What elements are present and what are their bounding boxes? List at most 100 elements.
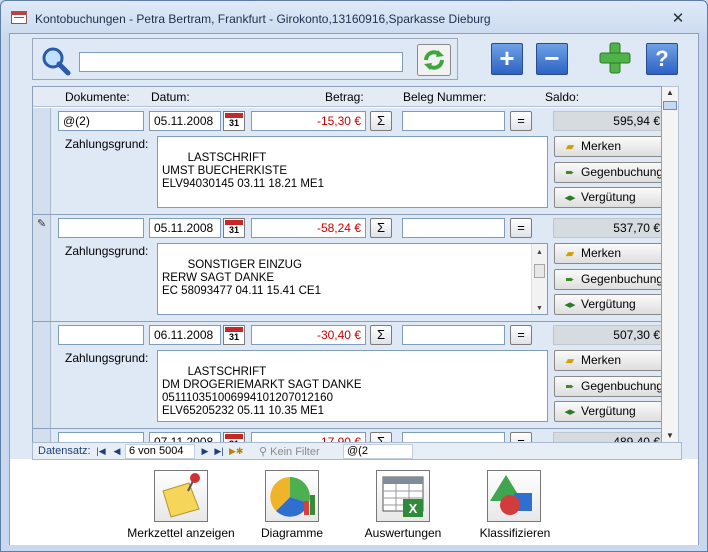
header-beleg-nummer: Beleg Nummer:: [403, 90, 487, 104]
datum-field[interactable]: 06.11.2008: [149, 325, 221, 345]
record-position-field[interactable]: 6 von 5004: [125, 444, 195, 459]
arrow-right-icon: ➨: [565, 167, 575, 179]
note-pin-icon: ▰: [565, 248, 575, 260]
beleg-nummer-field[interactable]: [402, 325, 505, 345]
search-input[interactable]: [79, 52, 403, 72]
filter-icon: ⚲: [259, 446, 271, 458]
close-button[interactable]: ✕: [669, 10, 687, 28]
gegenbuchung-button[interactable]: ➨ Gegenbuchung: [554, 269, 661, 290]
zahlungsgrund-text[interactable]: LASTSCHRIFT UMST BUECHERKISTE ELV9403014…: [157, 136, 548, 208]
equals-button[interactable]: =: [510, 218, 532, 238]
zahlungsgrund-label: Zahlungsgrund:: [65, 137, 149, 151]
sticky-note-pin-icon: [162, 473, 200, 518]
shapes-icon: [490, 475, 532, 515]
form-icon: [11, 11, 27, 24]
filter-status[interactable]: ⚲ Kein Filter: [259, 445, 320, 458]
sum-button[interactable]: Σ: [370, 325, 392, 345]
record-label: Datensatz:: [38, 445, 91, 457]
saldo-value: 595,94 €: [553, 111, 661, 131]
last-record-icon[interactable]: ▶|: [213, 444, 225, 459]
sum-button[interactable]: Σ: [370, 218, 392, 238]
verguetung-button[interactable]: ◂▸ Vergütung: [554, 294, 661, 315]
arrow-right-icon: ➨: [565, 274, 575, 286]
betrag-field[interactable]: -15,30 €: [251, 111, 366, 131]
calendar-icon[interactable]: 31: [223, 111, 245, 131]
header-dokumente: Dokumente:: [65, 90, 130, 104]
equals-button[interactable]: =: [510, 325, 532, 345]
gegenbuchung-button[interactable]: ➨ Gegenbuchung: [554, 376, 661, 397]
form-body: + − ? Dokumente: Datum: Betrag: Beleg Nu…: [9, 33, 699, 545]
records-list: Dokumente: Datum: Betrag: Beleg Nummer: …: [32, 86, 662, 444]
calendar-icon[interactable]: 31: [223, 325, 245, 345]
beleg-nummer-field[interactable]: [402, 111, 505, 131]
datum-field[interactable]: 05.11.2008: [149, 218, 221, 238]
column-header-row: Dokumente: Datum: Betrag: Beleg Nummer: …: [33, 87, 661, 107]
title-bar[interactable]: Kontobuchungen - Petra Bertram, Frankfur…: [1, 1, 707, 33]
merken-button[interactable]: ▰ Merken: [554, 136, 661, 157]
betrag-field[interactable]: -30,40 €: [251, 325, 366, 345]
spreadsheet-icon: X: [382, 476, 424, 517]
zahlungsgrund-text[interactable]: SONSTIGER EINZUG RERW SAGT DANKE EC 5809…: [157, 243, 548, 315]
scrollbar-thumb[interactable]: [663, 101, 677, 110]
calendar-icon[interactable]: 31: [223, 218, 245, 238]
klassifizieren-label: Klassifizieren: [479, 526, 551, 540]
zahlungsgrund-text[interactable]: LASTSCHRIFT DM DROGERIEMARKT SAGT DANKE …: [157, 350, 548, 422]
saldo-value: 507,30 €: [553, 325, 661, 345]
dokumente-field[interactable]: [58, 325, 144, 345]
sum-button[interactable]: Σ: [370, 111, 392, 131]
dokumente-field[interactable]: @(2): [58, 111, 144, 131]
search-group: [32, 38, 458, 80]
booking-record: ✎ 05.11.2008 31 -58,24 € Σ = 537,70 € Za…: [33, 215, 661, 322]
zahlungsgrund-value: LASTSCHRIFT DM DROGERIEMARKT SAGT DANKE …: [162, 366, 362, 417]
double-arrow-icon: ◂▸: [564, 299, 576, 311]
record-selector[interactable]: [33, 322, 51, 428]
next-record-button[interactable]: +: [491, 43, 523, 75]
double-arrow-icon: ◂▸: [564, 406, 576, 418]
booking-record: 06.11.2008 31 -30,40 € Σ = 507,30 € Zahl…: [33, 322, 661, 429]
merkzettel-button[interactable]: [154, 470, 208, 522]
merken-button[interactable]: ▰ Merken: [554, 243, 661, 264]
main-window: Kontobuchungen - Petra Bertram, Frankfur…: [0, 0, 708, 552]
dokumente-field[interactable]: [58, 218, 144, 238]
klassifizieren-button[interactable]: [487, 470, 541, 522]
equals-button[interactable]: =: [510, 111, 532, 131]
search-icon[interactable]: [41, 46, 71, 76]
record-selector[interactable]: ✎: [33, 215, 51, 321]
pie-chart-icon: [270, 477, 315, 517]
datum-field[interactable]: 05.11.2008: [149, 111, 221, 131]
verguetung-button[interactable]: ◂▸ Vergütung: [554, 401, 661, 422]
edit-pencil-icon: ✎: [37, 218, 47, 230]
gegenbuchung-button[interactable]: ➨ Gegenbuchung: [554, 162, 661, 183]
new-record-icon[interactable]: ▶✱: [229, 444, 243, 459]
first-record-icon[interactable]: |◀: [95, 444, 107, 459]
merkzettel-label: Merkzettel anzeigen: [127, 526, 235, 540]
filter-label: Kein Filter: [270, 446, 320, 458]
next-nav-record-icon[interactable]: ▶: [199, 444, 211, 459]
auswertungen-button[interactable]: X: [376, 470, 430, 522]
text-scrollbar[interactable]: ▲ ▼: [531, 244, 547, 314]
record-selector[interactable]: [33, 108, 51, 214]
booking-record: @(2) 05.11.2008 31 -15,30 € Σ = 595,94 €…: [33, 108, 661, 215]
diagramme-button[interactable]: [265, 470, 319, 522]
add-record-icon[interactable]: [598, 41, 632, 75]
zahlungsgrund-label: Zahlungsgrund:: [65, 244, 149, 258]
beleg-nummer-field[interactable]: [402, 218, 505, 238]
navigation-search-field[interactable]: @(2: [343, 444, 413, 459]
header-saldo: Saldo:: [545, 90, 580, 104]
zahlungsgrund-label: Zahlungsgrund:: [65, 351, 149, 365]
scroll-down-icon[interactable]: ▼: [666, 431, 674, 440]
arrow-right-icon: ➨: [565, 381, 575, 393]
record-navigation-bar: Datensatz: |◀ ◀ 6 von 5004 ▶ ▶| ▶✱ ⚲ Kei…: [32, 442, 682, 460]
verguetung-button[interactable]: ◂▸ Vergütung: [554, 187, 661, 208]
scroll-up-icon[interactable]: ▲: [666, 88, 674, 97]
help-button[interactable]: ?: [646, 43, 678, 75]
merken-button[interactable]: ▰ Merken: [554, 350, 661, 371]
prev-record-icon[interactable]: ◀: [111, 444, 123, 459]
header-datum: Datum:: [151, 90, 190, 104]
records-scrollbar[interactable]: ▲ ▼: [662, 86, 679, 444]
previous-record-button[interactable]: −: [536, 43, 568, 75]
diagramme-label: Diagramme: [260, 526, 323, 540]
refresh-icon[interactable]: [417, 44, 451, 76]
note-pin-icon: ▰: [565, 141, 575, 153]
betrag-field[interactable]: -58,24 €: [251, 218, 366, 238]
